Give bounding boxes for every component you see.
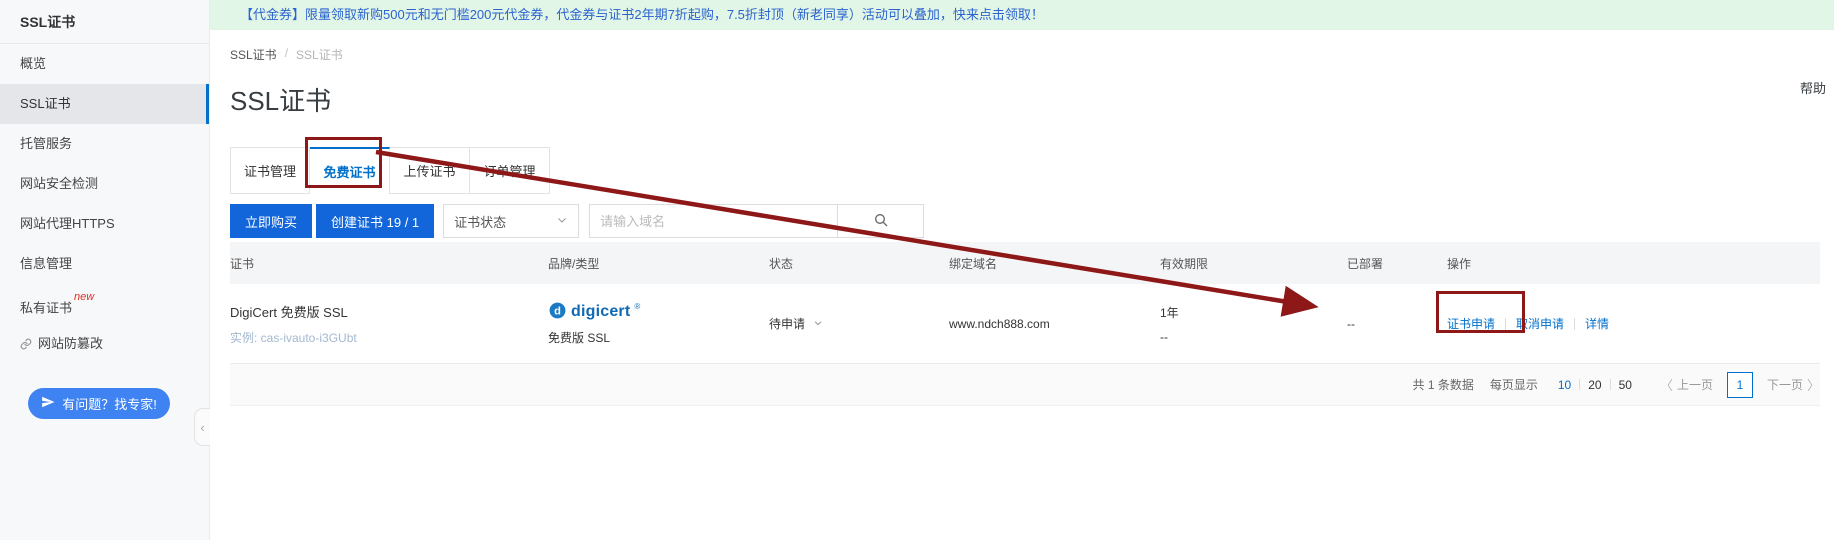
tab-upload-certificate[interactable]: 上传证书 [390, 147, 470, 194]
apply-certificate-link[interactable]: 证书申请 [1447, 315, 1495, 332]
current-page-indicator[interactable]: 1 [1727, 372, 1753, 398]
breadcrumb-root[interactable]: SSL证书 [230, 46, 277, 63]
bound-domain: www.ndch888.com [949, 317, 1160, 331]
ssl-console-window: SSL证书 概览 SSL证书 托管服务 网站安全检测 网站代理HTTPS 信息管… [0, 0, 1834, 540]
page-size-10[interactable]: 10 [1550, 378, 1579, 392]
registered-mark: ® [634, 302, 640, 311]
sidebar-item-ssl-certificates[interactable]: SSL证书 [0, 84, 209, 124]
domain-search-group [589, 204, 924, 238]
certificates-table: 证书 品牌/类型 状态 绑定域名 有效期限 已部署 操作 DigiCert 免费… [230, 242, 1820, 406]
column-header-deployed: 已部署 [1347, 255, 1447, 272]
certificate-instance-id: 实例: cas-ivauto-i3GUbt [230, 329, 548, 346]
table-header-row: 证书 品牌/类型 状态 绑定域名 有效期限 已部署 操作 [230, 242, 1820, 284]
svg-text:d: d [554, 305, 561, 317]
tab-cert-management[interactable]: 证书管理 [230, 147, 310, 194]
create-certificate-button[interactable]: 创建证书 19 / 1 [316, 204, 434, 238]
new-badge: new [74, 291, 94, 303]
sidebar-item-overview[interactable]: 概览 [0, 44, 209, 84]
tab-bar: 证书管理 免费证书 上传证书 订单管理 [230, 147, 1820, 194]
chevron-left-icon: ‹ [200, 420, 204, 435]
action-divider [1505, 318, 1506, 330]
column-header-certificate: 证书 [230, 255, 548, 272]
action-divider [1574, 318, 1575, 330]
paper-plane-icon [41, 395, 55, 412]
previous-page-button[interactable]: 〈 上一页 [1660, 375, 1713, 394]
column-header-status: 状态 [769, 255, 949, 272]
chevron-down-icon [556, 214, 568, 229]
cancel-application-link[interactable]: 取消申请 [1516, 315, 1564, 332]
certificate-status-filter[interactable]: 证书状态 [443, 204, 579, 238]
column-header-validity: 有效期限 [1160, 255, 1347, 272]
pagination-bar: 共 1 条数据 每页显示 10 20 50 〈 上一页 1 下一页 〉 [230, 364, 1820, 406]
status-dropdown[interactable]: 待申请 [769, 315, 949, 332]
column-header-bound-domain: 绑定域名 [949, 255, 1160, 272]
sidebar-title: SSL证书 [0, 0, 209, 44]
domain-search-input[interactable] [590, 205, 837, 237]
breadcrumb-separator: / [285, 46, 288, 63]
sidebar-collapse-handle[interactable]: ‹ [194, 408, 210, 446]
deployed-value: -- [1347, 317, 1447, 331]
details-link[interactable]: 详情 [1585, 315, 1609, 332]
promo-banner-text: 【代金券】限量领取新购500元和无门槛200元代金券，代金券与证书2年期7折起购… [240, 7, 1044, 22]
sidebar-item-site-security-check[interactable]: 网站安全检测 [0, 164, 209, 204]
next-page-button[interactable]: 下一页 〉 [1767, 375, 1820, 394]
buy-now-button[interactable]: 立即购买 [230, 204, 312, 238]
toolbar: 立即购买 创建证书 19 / 1 证书状态 [230, 204, 1820, 238]
column-header-brand-type: 品牌/类型 [548, 255, 769, 272]
chevron-right-icon: 〉 [1807, 375, 1820, 394]
search-button[interactable] [837, 205, 923, 237]
sidebar-item-info-management[interactable]: 信息管理 [0, 244, 209, 284]
ask-expert-button[interactable]: 有问题？找专家! [28, 388, 170, 419]
breadcrumb-current: SSL证书 [296, 46, 343, 63]
sidebar-item-anti-tamper[interactable]: 网站防篡改 [0, 324, 209, 364]
promo-banner[interactable]: 【代金券】限量领取新购500元和无门槛200元代金券，代金券与证书2年期7折起购… [210, 0, 1834, 30]
chevron-down-icon [813, 317, 823, 331]
brand-type: 免费版 SSL [548, 329, 769, 346]
column-header-actions: 操作 [1447, 255, 1820, 272]
row-actions: 证书申请 取消申请 详情 [1447, 315, 1820, 332]
sidebar-item-hosting-service[interactable]: 托管服务 [0, 124, 209, 164]
sidebar-item-site-proxy-https[interactable]: 网站代理HTTPS [0, 204, 209, 244]
help-link[interactable]: 帮助 [1800, 78, 1826, 97]
table-row: DigiCert 免费版 SSL 实例: cas-ivauto-i3GUbt d [230, 284, 1820, 364]
digicert-logo-icon: d [548, 301, 567, 323]
search-icon [873, 212, 889, 231]
brand-name: digicert [571, 303, 630, 321]
link-icon [20, 326, 32, 366]
chevron-left-icon: 〈 [1660, 375, 1673, 394]
page-size-50[interactable]: 50 [1611, 378, 1640, 392]
content-area: SSL证书 / SSL证书 帮助 SSL证书 证书管理 免费证书 上传证书 订单… [210, 46, 1834, 406]
main-content: 【代金券】限量领取新购500元和无门槛200元代金券，代金券与证书2年期7折起购… [210, 0, 1834, 540]
validity-value: 1年 [1160, 304, 1347, 321]
sidebar: SSL证书 概览 SSL证书 托管服务 网站安全检测 网站代理HTTPS 信息管… [0, 0, 210, 540]
validity-sub-value: -- [1160, 330, 1347, 344]
tab-order-management[interactable]: 订单管理 [470, 147, 550, 194]
sidebar-nav: 概览 SSL证书 托管服务 网站安全检测 网站代理HTTPS 信息管理 私有证书… [0, 44, 209, 364]
breadcrumb: SSL证书 / SSL证书 [230, 46, 1820, 63]
certificate-name: DigiCert 免费版 SSL [230, 302, 548, 321]
per-page-label: 每页显示 [1490, 376, 1538, 393]
page-size-20[interactable]: 20 [1580, 378, 1609, 392]
total-count-text: 共 1 条数据 [1413, 376, 1474, 393]
page-title: SSL证书 [230, 83, 1820, 119]
tab-free-certificates[interactable]: 免费证书 [310, 147, 390, 194]
sidebar-item-private-certificates[interactable]: 私有证书new [0, 284, 209, 324]
status-value: 待申请 [769, 315, 805, 332]
